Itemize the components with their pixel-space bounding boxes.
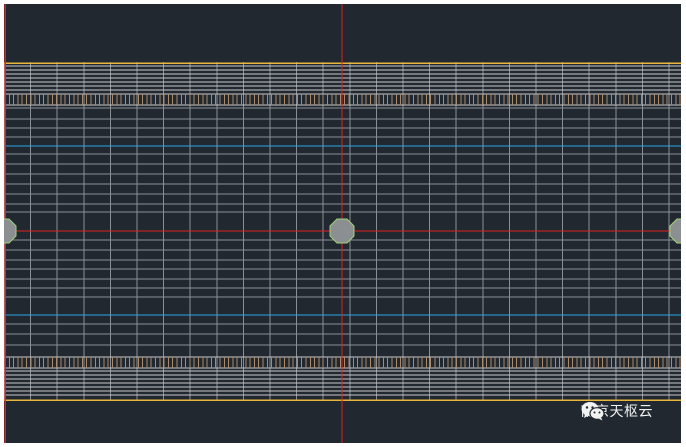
bolt-marker[interactable] (669, 218, 681, 244)
cad-drawing-viewport[interactable]: 南京天枢云 (4, 4, 681, 443)
bolt-marker[interactable] (4, 218, 17, 244)
bolt-marker[interactable] (329, 218, 355, 244)
cad-drawing-canvas[interactable] (4, 4, 681, 443)
watermark: 南京天枢云 (581, 401, 654, 421)
wechat-icon (581, 402, 605, 421)
screenshot-frame: 南京天枢云 (0, 0, 686, 447)
